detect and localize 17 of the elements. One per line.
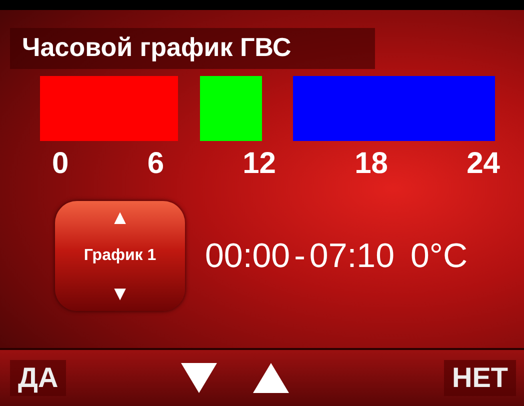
screen-title: Часовой график ГВС xyxy=(10,28,375,69)
down-arrow-icon: ▼ xyxy=(110,283,130,305)
temperature-value: 0°C xyxy=(410,236,468,276)
softkey-label[interactable]: ДА xyxy=(10,360,66,396)
hour-tick-label: 18 xyxy=(354,147,388,181)
softkey-label[interactable]: НЕТ xyxy=(444,360,516,396)
dash-separator: - xyxy=(294,236,306,276)
end-time: 07:10 xyxy=(309,236,395,276)
hour-tick-label: 24 xyxy=(466,147,500,181)
down-triangle-icon[interactable] xyxy=(181,363,218,393)
start-time: 00:00 xyxy=(205,236,290,276)
up-arrow-icon: ▲ xyxy=(110,207,130,229)
up-triangle-icon[interactable] xyxy=(252,363,289,393)
hour-tick-label: 12 xyxy=(242,147,276,181)
hour-tick-label: 6 xyxy=(147,147,164,181)
schedule-selector[interactable]: ▲ График 1 ▼ xyxy=(55,201,185,311)
hour-tick-label: 0 xyxy=(52,147,69,181)
